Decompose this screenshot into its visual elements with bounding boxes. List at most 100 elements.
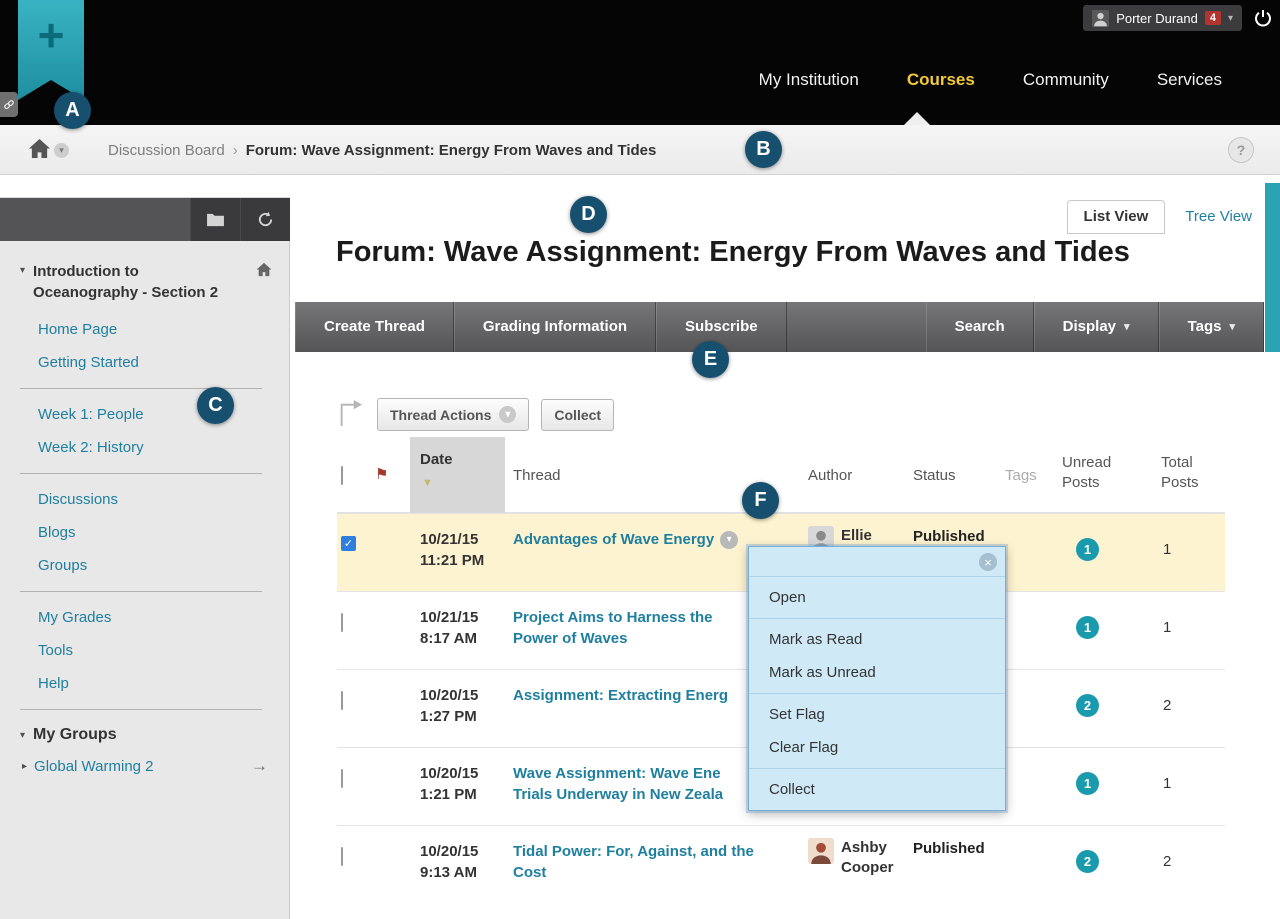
link-icon[interactable] [0,92,18,117]
help-button[interactable]: ? [1228,137,1254,163]
sidebar-item-help[interactable]: Help [20,667,272,700]
row-checkbox[interactable] [341,769,343,788]
sidebar-item-tools[interactable]: Tools [20,634,272,667]
sort-descending-icon[interactable]: ▼ [422,477,505,489]
nav-community[interactable]: Community [1023,70,1109,90]
sidebar-item-week1[interactable]: Week 1: People [20,398,272,431]
column-header-total-posts[interactable]: Total Posts [1145,437,1225,513]
flag-cell [375,670,410,747]
view-switcher: List View Tree View [1067,200,1252,234]
column-header-author[interactable]: Author [800,437,905,513]
unread-count-badge[interactable]: 1 [1076,616,1099,639]
chevron-down-icon: ▾ [499,406,516,423]
tags-cell [1005,514,1050,591]
thread-date: 10/20/159:13 AM [410,826,505,903]
unread-cell: 1 [1050,748,1145,825]
display-menu-button[interactable]: Display▾ [1034,302,1159,352]
sidebar-item-global-warming-2[interactable]: ▸ Global Warming 2 → [20,748,272,784]
breadcrumb-home-button[interactable]: ▾ [28,138,69,159]
edit-mode-edge [1265,183,1280,352]
refresh-icon [257,211,274,228]
logout-button[interactable] [1253,8,1273,28]
context-menu-group: Mark as Read Mark as Unread [749,618,1005,693]
course-home-button[interactable] [256,261,272,303]
menu-item-open[interactable]: Open [749,581,1005,614]
collect-button[interactable]: Collect [541,399,614,431]
add-module-tab[interactable]: + [18,0,84,100]
unread-count-badge[interactable]: 1 [1076,538,1099,561]
total-posts: 1 [1145,748,1225,825]
global-nav: My Institution Courses Community Service… [759,70,1222,90]
menu-item-clear-flag[interactable]: Clear Flag [749,731,1005,764]
unread-cell: 2 [1050,826,1145,903]
breadcrumb-discussion-board[interactable]: Discussion Board [108,142,225,159]
annotation-d: D [570,196,607,233]
power-icon [1253,8,1273,28]
thread-link[interactable]: Tidal Power: For, Against, and the Cost [513,843,754,881]
thread-status: Published [905,826,1005,903]
grading-information-button[interactable]: Grading Information [454,302,656,352]
row-checkbox[interactable] [341,613,343,632]
menu-item-collect[interactable]: Collect [749,773,1005,806]
menu-item-mark-as-read[interactable]: Mark as Read [749,623,1005,656]
user-menu[interactable]: Porter Durand 4 ▾ [1083,5,1242,31]
tab-list-view[interactable]: List View [1067,200,1166,234]
sidebar-item-getting-started[interactable]: Getting Started [20,346,272,379]
column-header-unread-posts[interactable]: Unread Posts [1050,437,1145,513]
unread-count-badge[interactable]: 1 [1076,772,1099,795]
nav-my-institution[interactable]: My Institution [759,70,859,90]
chevron-down-icon: ▾ [1124,302,1130,352]
unread-count-badge[interactable]: 2 [1076,694,1099,717]
row-checkbox[interactable] [341,691,343,710]
menu-item-mark-as-unread[interactable]: Mark as Unread [749,656,1005,689]
sidebar-divider [20,709,262,710]
collapse-chevron-icon[interactable]: ▾ [20,726,25,744]
sidebar-item-my-grades[interactable]: My Grades [20,601,272,634]
tab-tree-view[interactable]: Tree View [1185,208,1252,234]
flag-column-icon[interactable]: ⚑ [375,437,410,513]
thread-actions-button[interactable]: Thread Actions ▾ [377,398,529,431]
sidebar-item-discussions[interactable]: Discussions [20,483,272,516]
breadcrumb: Discussion Board › Forum: Wave Assignmen… [108,125,656,175]
total-posts: 1 [1145,592,1225,669]
actionbar-spacer [787,302,926,352]
unread-count-badge[interactable]: 2 [1076,850,1099,873]
sidebar-divider [20,591,262,592]
indent-arrow-icon [337,398,363,428]
nav-services[interactable]: Services [1157,70,1222,90]
tags-cell [1005,748,1050,825]
column-header-date[interactable]: Date ▼ [410,437,505,513]
thread-link[interactable]: Assignment: Extracting Energ [513,687,728,704]
sidebar-item-home-page[interactable]: Home Page [20,313,272,346]
tags-menu-button[interactable]: Tags▾ [1159,302,1264,352]
chevron-right-icon: ▸ [22,761,27,772]
select-all-checkbox[interactable] [341,466,343,485]
thread-options-chevron-icon[interactable]: ▾ [720,531,738,549]
row-checkbox[interactable] [341,847,343,866]
thread-link[interactable]: Wave Assignment: Wave Ene Trials Underwa… [513,765,723,803]
chevron-down-icon: ▾ [1229,302,1235,352]
sidebar-divider [20,473,262,474]
refresh-button[interactable] [240,198,290,241]
collapse-folder-button[interactable] [190,198,240,241]
nav-courses[interactable]: Courses [907,70,975,90]
breadcrumb-separator: › [233,142,238,159]
search-button[interactable]: Search [926,302,1034,352]
my-groups-title: My Groups [33,726,117,744]
column-header-status[interactable]: Status [905,437,1005,513]
sidebar-item-week2[interactable]: Week 2: History [20,431,272,464]
thread-link[interactable]: Project Aims to Harness the Power of Wav… [513,609,713,647]
collapse-chevron-icon[interactable]: ▾ [20,261,25,303]
row-checkbox[interactable]: ✓ [341,536,356,551]
sidebar-item-blogs[interactable]: Blogs [20,516,272,549]
chevron-down-icon[interactable]: ▾ [54,143,69,158]
sidebar-item-groups[interactable]: Groups [20,549,272,582]
menu-item-set-flag[interactable]: Set Flag [749,698,1005,731]
create-thread-button[interactable]: Create Thread [295,302,454,352]
author-name: Ashby Cooper [841,838,905,903]
thread-link[interactable]: Advantages of Wave Energy [513,531,714,548]
active-tab-notch [904,112,930,125]
table-header-row: ⚑ Date ▼ Thread Author Status Tags Unrea… [337,437,1225,513]
close-icon[interactable]: × [979,553,997,571]
folder-icon [206,212,225,227]
